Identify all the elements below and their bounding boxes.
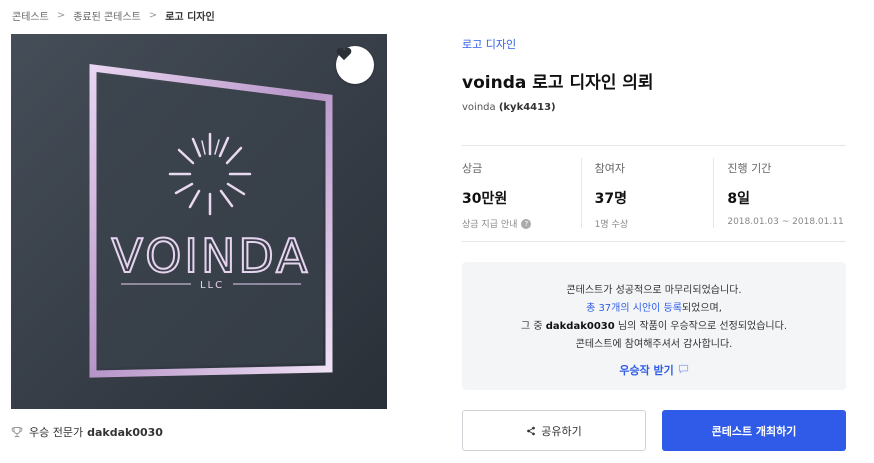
stat-participants-sub: 1명 수상	[594, 220, 629, 230]
notice-line-1: 콘테스트가 성공적으로 마무리되었습니다.	[566, 285, 742, 296]
stat-prize-label: 상금	[462, 162, 483, 175]
winner-name[interactable]: dakdak0030	[87, 426, 163, 439]
stat-participants-value: 37명	[594, 191, 628, 207]
host-contest-button-label: 콘테스트 개최하기	[711, 424, 797, 438]
notice-line-2: 총 37개의 시안이 등록되었으며,	[462, 300, 846, 318]
contest-title: voinda 로고 디자인 의뢰	[462, 73, 654, 93]
prize-info-label: 상금 지급 안내	[462, 220, 518, 230]
question-icon[interactable]: ?	[521, 218, 532, 229]
prize-info: 상금 지급 안내 ?	[462, 217, 581, 230]
like-button[interactable]	[336, 46, 374, 84]
owner-name[interactable]: voinda	[462, 102, 496, 113]
notice-line-3-prefix: 그 중	[520, 321, 546, 332]
contest-stats: 상금 30만원 상금 지급 안내 ? 참여자 37명 1명 수상 진행 기간 8…	[462, 145, 846, 242]
submissions-link[interactable]: 총 37개의 시안이 등록	[586, 303, 682, 314]
host-contest-button[interactable]: 콘테스트 개최하기	[662, 410, 846, 451]
notice-line-2-rest: 되었으며,	[681, 303, 722, 314]
breadcrumb: 콘테스트 > 종료된 콘테스트 > 로고 디자인	[12, 8, 215, 23]
notice-line-4: 콘테스트에 참여해주셔서 감사합니다.	[575, 339, 733, 350]
stat-period-dates: 2018.01.03 ~ 2018.01.11	[727, 217, 844, 227]
logo-wordmark: VOINDA	[112, 229, 311, 283]
share-button-label: 공유하기	[541, 424, 582, 438]
trophy-icon	[11, 426, 23, 438]
breadcrumb-separator-icon: >	[148, 10, 158, 21]
heart-icon	[336, 47, 352, 61]
notice-line-3-rest: 님의 작품이 우승작으로 선정되었습니다.	[614, 321, 787, 332]
stat-prize-value: 30만원	[462, 191, 508, 207]
breadcrumb-item-ended[interactable]: 종료된 콘테스트	[73, 8, 141, 23]
contest-category-link[interactable]: 로고 디자인	[462, 36, 516, 52]
owner-id: (kyk4413)	[498, 102, 556, 113]
notice-winner-name: dakdak0030	[545, 321, 615, 332]
get-winning-entry-label: 우승작 받기	[619, 364, 674, 377]
breadcrumb-item-contest[interactable]: 콘테스트	[12, 8, 49, 23]
winner-expert: 우승 전문가 dakdak0030	[11, 424, 163, 440]
stat-period-label: 진행 기간	[727, 162, 772, 175]
contest-owner: voinda (kyk4413)	[462, 102, 556, 113]
contest-hero-image: VOINDA LLC	[11, 34, 387, 409]
stat-prize: 상금 30만원 상금 지급 안내 ?	[462, 146, 581, 241]
notice-line-3: 그 중 dakdak0030 님의 작품이 우승작으로 선정되었습니다.	[462, 318, 846, 336]
logo-subtext: LLC	[200, 280, 224, 291]
breadcrumb-item-current[interactable]: 로고 디자인	[165, 8, 214, 23]
get-winning-entry-link[interactable]: 우승작 받기	[619, 362, 688, 380]
contest-result-notice: 콘테스트가 성공적으로 마무리되었습니다. 총 37개의 시안이 등록되었으며,…	[462, 262, 846, 390]
stat-participants: 참여자 37명 1명 수상	[580, 146, 714, 241]
share-icon	[527, 426, 536, 435]
stat-participants-label: 참여자	[594, 162, 626, 175]
share-button[interactable]: 공유하기	[462, 410, 646, 451]
stat-period-value: 8일	[727, 191, 750, 207]
logo-mockup-illustration: VOINDA LLC	[11, 34, 387, 409]
winner-label: 우승 전문가	[29, 426, 84, 439]
breadcrumb-separator-icon: >	[56, 10, 66, 21]
comment-icon	[678, 364, 688, 374]
stat-period: 진행 기간 8일 2018.01.03 ~ 2018.01.11	[713, 146, 846, 241]
